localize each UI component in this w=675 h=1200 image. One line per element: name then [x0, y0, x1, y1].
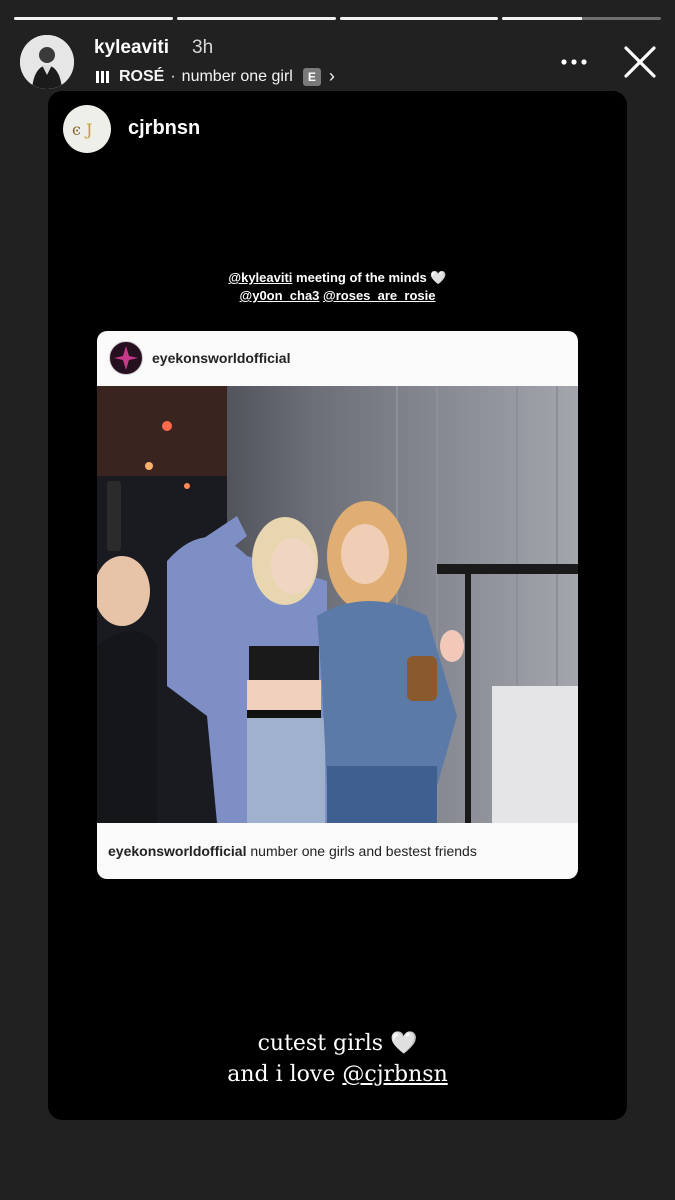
story-avatar[interactable]: ͼ J — [63, 105, 111, 153]
header-username[interactable]: kyleaviti — [94, 37, 169, 59]
caption-line-1: cutest girls 🤍 — [257, 1031, 418, 1056]
progress-fill — [176, 17, 336, 20]
post-username[interactable]: eyekonsworldofficial — [152, 350, 290, 366]
story-username[interactable]: cjrbnsn — [128, 117, 200, 140]
post-photo — [97, 386, 578, 823]
story-caption-bottom: cutest girls 🤍 and i love @cjrbnsn — [48, 1028, 627, 1090]
explicit-badge: E — [302, 67, 321, 86]
progress-segment — [176, 17, 336, 20]
profile-avatar[interactable] — [20, 35, 74, 89]
post-time: 3h — [192, 37, 214, 58]
mention-link[interactable]: @cjrbnsn — [342, 1062, 447, 1087]
caption-line-2-text: and i love — [227, 1062, 343, 1087]
more-options-button[interactable] — [556, 46, 592, 76]
post-caption: eyekonsworldofficial number one girls an… — [108, 843, 477, 859]
post-caption-text: number one girls and bestest friends — [246, 843, 477, 859]
music-sticker[interactable]: ROSÉ · number one girl E › — [96, 66, 335, 87]
eyekons-logo-icon — [111, 343, 141, 373]
music-artist: ROSÉ — [119, 67, 165, 85]
post-caption-username[interactable]: eyekonsworldofficial — [108, 843, 246, 859]
progress-segment — [14, 17, 173, 20]
caption-text: meeting of the minds 🤍 — [292, 270, 447, 285]
story-progress-bars — [14, 17, 661, 20]
close-button[interactable] — [620, 42, 660, 82]
post-avatar[interactable] — [109, 341, 143, 375]
progress-fill — [14, 17, 173, 20]
progress-fill — [502, 17, 582, 20]
more-icon — [561, 59, 587, 65]
shared-post[interactable]: eyekonsworldofficial eyekonsworldofficia… — [97, 331, 578, 879]
close-icon — [624, 46, 656, 78]
mention-link[interactable]: @roses_are_rosie — [323, 288, 435, 303]
cj-logo-icon: ͼ J — [72, 120, 92, 139]
progress-segment — [502, 17, 661, 20]
progress-segment — [339, 17, 499, 20]
post-header: eyekonsworldofficial — [97, 331, 578, 386]
music-separator: · — [170, 67, 176, 85]
progress-fill — [339, 17, 499, 20]
story-caption-top: @kyleaviti meeting of the minds 🤍 @y0on_… — [48, 269, 627, 305]
story-card[interactable]: ͼ J cjrbnsn @kyleaviti meeting of the mi… — [48, 91, 627, 1120]
svg-text:ͼ: ͼ — [72, 120, 81, 139]
svg-text:J: J — [84, 120, 92, 139]
chevron-right-icon: › — [328, 66, 335, 86]
audio-bars-icon — [96, 70, 109, 83]
music-song: number one girl — [181, 67, 293, 85]
mention-link[interactable]: @kyleaviti — [228, 270, 292, 285]
mention-link[interactable]: @y0on_cha3 — [240, 288, 320, 303]
